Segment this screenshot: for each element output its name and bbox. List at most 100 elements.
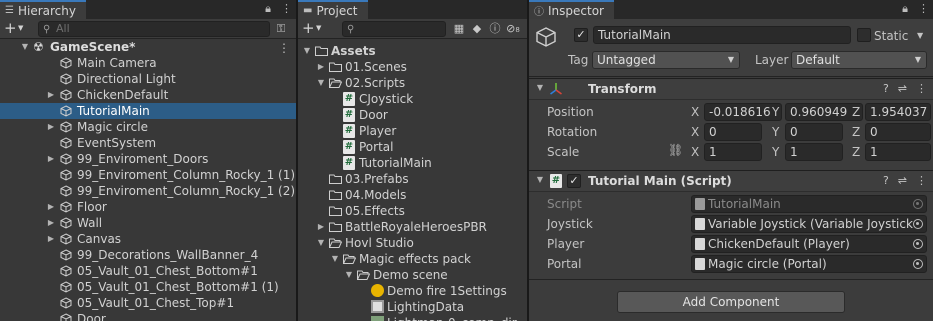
project-item-05-effects[interactable]: 05.Effects	[298, 203, 527, 219]
project-item-demo-fire-1settings[interactable]: Demo fire 1Settings	[298, 283, 527, 299]
hierarchy-item-directional-light[interactable]: Directional Light	[0, 71, 296, 87]
hierarchy-item-tutorialmain[interactable]: TutorialMain	[0, 103, 296, 119]
expand-arrow-icon[interactable]: ▼	[302, 43, 312, 59]
script-component-header[interactable]: ▼ # ✓ Tutorial Main (Script) ? ⇌ ⋮	[529, 170, 933, 192]
project-item-battleroyaleheroespbr[interactable]: ▶ BattleRoyaleHeroesPBR	[298, 219, 527, 235]
tab-inspector[interactable]: ⓘ Inspector	[529, 0, 614, 19]
preset-icon[interactable]: ⇌	[898, 174, 907, 187]
tab-project[interactable]: ▬ Project	[298, 0, 368, 19]
scale-y-field[interactable]: 1	[785, 143, 843, 161]
hierarchy-item-99-enviroment-column-rocky-1-1[interactable]: 99_Enviroment_Column_Rocky_1 (1)	[0, 167, 296, 183]
hierarchy-item-magic-circle[interactable]: ▶ Magic circle	[0, 119, 296, 135]
hierarchy-item-99-decorations-wallbanner-4[interactable]: 99_Decorations_WallBanner_4	[0, 247, 296, 263]
constrain-proportions-icon[interactable]: ⛓	[668, 143, 683, 157]
hierarchy-item-eventsystem[interactable]: EventSystem	[0, 135, 296, 151]
expand-arrow-icon[interactable]: ▶	[316, 59, 326, 75]
scene-visibility-icon[interactable]: ⚿	[272, 21, 290, 37]
rotation-z-field[interactable]: 0	[865, 123, 931, 141]
portal-field[interactable]: Magic circle (Portal)	[691, 255, 927, 273]
help-icon[interactable]: ?	[883, 174, 889, 187]
tag-dropdown[interactable]: Untagged ▼	[592, 51, 740, 69]
hidden-packages-icon[interactable]: ⊘8	[504, 21, 522, 37]
add-component-button[interactable]: Add Component	[617, 291, 845, 313]
hierarchy-item-99-enviroment-doors[interactable]: ▶ 99_Enviroment_Doors	[0, 151, 296, 167]
hierarchy-item-floor[interactable]: ▶ Floor	[0, 199, 296, 215]
project-item-cjoystick[interactable]: # CJoystick	[298, 91, 527, 107]
expand-arrow-icon[interactable]: ▶	[46, 231, 56, 247]
project-item-assets[interactable]: ▼ Assets	[298, 43, 527, 59]
hierarchy-item-door[interactable]: Door	[0, 311, 296, 321]
info-icon[interactable]: ⓘ	[486, 21, 504, 37]
object-picker-icon[interactable]	[913, 239, 923, 249]
position-x-field[interactable]: -0.018616	[704, 103, 782, 121]
component-enabled-checkbox[interactable]: ✓	[567, 174, 581, 188]
hierarchy-item-canvas[interactable]: ▶ Canvas	[0, 231, 296, 247]
scale-y-axis[interactable]: Y	[772, 144, 779, 160]
project-item-02-scripts[interactable]: ▼ 02.Scripts	[298, 75, 527, 91]
project-item-03-prefabs[interactable]: 03.Prefabs	[298, 171, 527, 187]
search-by-type-icon[interactable]: ▦	[450, 21, 468, 37]
scale-z-field[interactable]: 1	[865, 143, 931, 161]
layer-dropdown[interactable]: Default ▼	[791, 51, 927, 69]
object-name-field[interactable]: TutorialMain	[593, 26, 851, 44]
hierarchy-item-05-vault-01-chest-bottom-1[interactable]: 05_Vault_01_Chest_Bottom#1	[0, 263, 296, 279]
project-item-door[interactable]: # Door	[298, 107, 527, 123]
object-picker-icon[interactable]	[913, 219, 923, 229]
position-x-axis[interactable]: X	[691, 104, 699, 120]
project-search-input[interactable]: ⚲	[342, 21, 446, 37]
expand-arrow-icon[interactable]: ▼	[330, 251, 340, 267]
kebab-menu-icon[interactable]: ⋮	[281, 2, 292, 16]
hierarchy-item-main-camera[interactable]: Main Camera	[0, 55, 296, 71]
preset-icon[interactable]: ⇌	[898, 82, 907, 95]
position-z-axis[interactable]: Z	[852, 104, 860, 120]
scale-x-axis[interactable]: X	[691, 144, 699, 160]
lock-icon[interactable]: 🔒︎	[265, 2, 271, 16]
expand-arrow-icon[interactable]: ▶	[46, 87, 56, 103]
project-item-magic-effects-pack[interactable]: ▼ Magic effects pack	[298, 251, 527, 267]
hierarchy-item-chickendefault[interactable]: ▶ ChickenDefault	[0, 87, 296, 103]
scale-z-axis[interactable]: Z	[852, 144, 860, 160]
expand-arrow-icon[interactable]: ▼	[316, 235, 326, 251]
static-checkbox[interactable]	[857, 28, 871, 42]
project-item-hovl-studio[interactable]: ▼ Hovl Studio	[298, 235, 527, 251]
expand-arrow-icon[interactable]: ▶	[46, 215, 56, 231]
transform-header[interactable]: ▼ Transform ? ⇌ ⋮	[529, 78, 933, 100]
project-item-demo-scene[interactable]: ▼ Demo scene	[298, 267, 527, 283]
rotation-y-axis[interactable]: Y	[772, 124, 779, 140]
expand-arrow-icon[interactable]: ▼	[20, 39, 30, 55]
project-item-lightingdata[interactable]: LightingData	[298, 299, 527, 315]
create-asset-button[interactable]: + ▼	[302, 20, 326, 38]
tab-hierarchy[interactable]: ☰ Hierarchy	[0, 0, 86, 19]
rotation-x-field[interactable]: 0	[704, 123, 762, 141]
rotation-x-axis[interactable]: X	[691, 124, 699, 140]
hierarchy-item-05-vault-01-chest-bottom-1-1[interactable]: 05_Vault_01_Chest_Bottom#1 (1)	[0, 279, 296, 295]
hierarchy-item-05-vault-01-chest-top-1[interactable]: 05_Vault_01_Chest_Top#1	[0, 295, 296, 311]
project-item-04-models[interactable]: 04.Models	[298, 187, 527, 203]
project-item-player[interactable]: # Player	[298, 123, 527, 139]
project-item-tutorialmain[interactable]: # TutorialMain	[298, 155, 527, 171]
project-item-01-scenes[interactable]: ▶ 01.Scenes	[298, 59, 527, 75]
expand-arrow-icon[interactable]: ▶	[46, 199, 56, 215]
search-by-label-icon[interactable]: ◆	[468, 21, 486, 37]
hierarchy-item-99-enviroment-column-rocky-1-2[interactable]: 99_Enviroment_Column_Rocky_1 (2)	[0, 183, 296, 199]
scale-x-field[interactable]: 1	[704, 143, 762, 161]
position-z-field[interactable]: 1.954037	[865, 103, 931, 121]
kebab-menu-icon[interactable]: ⋮	[916, 174, 927, 187]
expand-arrow-icon[interactable]: ▼	[316, 75, 326, 91]
active-checkbox[interactable]: ✓	[574, 28, 588, 42]
kebab-menu-icon[interactable]: ⋮	[916, 82, 927, 95]
hierarchy-search-input[interactable]: ⚲ All	[38, 21, 270, 37]
help-icon[interactable]: ?	[883, 82, 889, 95]
expand-arrow-icon[interactable]: ▶	[46, 151, 56, 167]
collapse-arrow-icon[interactable]: ▼	[535, 83, 545, 92]
project-item-lightmap-0-comp-dir[interactable]: Lightmap-0_comp_dir	[298, 315, 527, 321]
rotation-y-field[interactable]: 0	[785, 123, 843, 141]
position-y-axis[interactable]: Y	[772, 104, 779, 120]
scene-menu-icon[interactable]: ⋮	[278, 40, 290, 56]
chevron-down-icon[interactable]: ▼	[917, 28, 923, 44]
expand-arrow-icon[interactable]: ▶	[316, 219, 326, 235]
kebab-menu-icon[interactable]: ⋮	[918, 2, 929, 16]
collapse-arrow-icon[interactable]: ▼	[535, 175, 545, 184]
object-picker-icon[interactable]	[913, 259, 923, 269]
player-field[interactable]: ChickenDefault (Player)	[691, 235, 927, 253]
